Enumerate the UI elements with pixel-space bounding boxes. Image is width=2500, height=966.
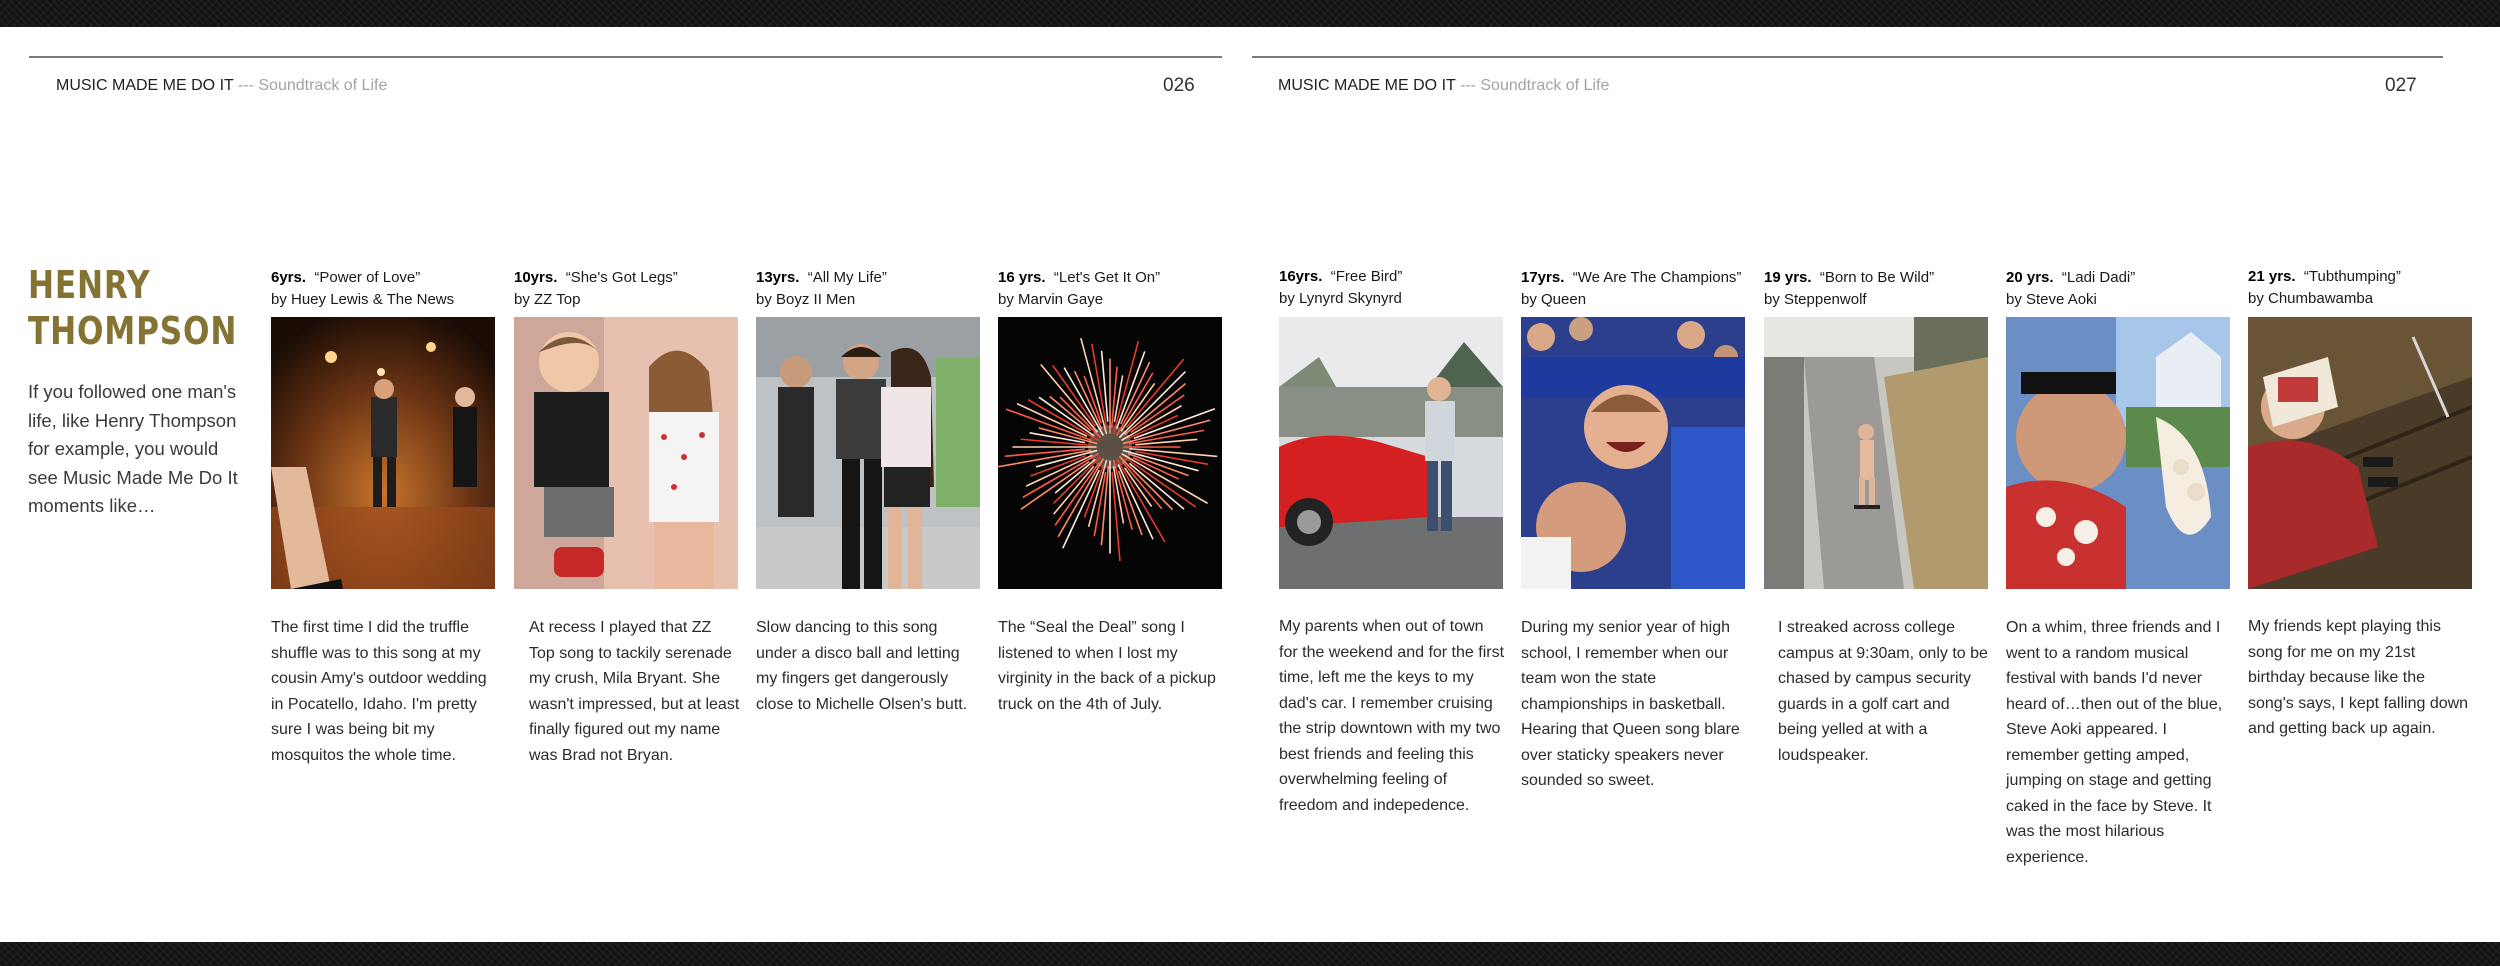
wedding-dance-photo	[271, 317, 495, 589]
timeline-entry: 16yrs. “Free Bird” by Lynyrd Skynyrd My …	[1279, 266, 1505, 818]
top-texture-band	[0, 0, 2500, 27]
entry-story: I streaked across college campus at 9:30…	[1778, 619, 1988, 764]
timeline-entry: 10yrs. “She's Got Legs” by ZZ Top At rec…	[514, 267, 740, 768]
entry-age: 21 yrs.	[2248, 268, 2296, 285]
entry-age: 20 yrs.	[2006, 269, 2054, 286]
timeline-entry: 21 yrs. “Tubthumping” by Chumbawamba My …	[2248, 266, 2474, 742]
entry-caption-line1: 21 yrs. “Tubthumping”	[2248, 266, 2474, 288]
running-head-right: MUSIC MADE ME DO IT --- Soundtrack of Li…	[1278, 77, 1609, 95]
streaking-photo	[1764, 317, 1988, 589]
running-head-title: MUSIC MADE ME DO IT	[56, 77, 234, 94]
timeline-entry: 19 yrs. “Born to Be Wild” by Steppenwolf…	[1764, 267, 1990, 768]
slow-dance-photo	[756, 317, 980, 589]
header-rule-left	[29, 56, 1222, 58]
entry-age: 13yrs.	[756, 269, 800, 286]
entry-artist: by Huey Lewis & The News	[271, 291, 455, 308]
entry-song: “We Are The Champions”	[1572, 269, 1742, 286]
entry-artist: by Queen	[1521, 291, 1587, 308]
entry-story: At recess I played that ZZ Top song to t…	[529, 619, 740, 764]
fireworks-photo	[998, 317, 1222, 589]
entry-caption-line1: 16yrs. “Free Bird”	[1279, 266, 1505, 288]
page-number-right: 027	[2385, 75, 2417, 96]
festival-cake-photo	[2006, 317, 2230, 589]
running-head-left: MUSIC MADE ME DO IT --- Soundtrack of Li…	[56, 77, 387, 95]
feature-intro: If you followed one man's life, like Hen…	[28, 381, 238, 516]
entry-age: 17yrs.	[1521, 269, 1565, 286]
entry-story: The “Seal the Deal” song I listened to w…	[998, 619, 1216, 713]
entry-song: “Power of Love”	[314, 269, 421, 286]
entry-age: 19 yrs.	[1764, 269, 1812, 286]
feature-name-last: THOMPSON	[28, 309, 238, 353]
running-head-separator: ---	[1455, 77, 1481, 94]
timeline-entry: 16 yrs. “Let's Get It On” by Marvin Gaye…	[998, 267, 1224, 717]
page-number-left: 026	[1163, 75, 1195, 96]
entry-song: “She's Got Legs”	[565, 269, 678, 286]
running-head-title: MUSIC MADE ME DO IT	[1278, 77, 1456, 94]
header-rule-right	[1252, 56, 2443, 58]
entry-story: On a whim, three friends and I went to a…	[2006, 619, 2223, 866]
entry-story: Slow dancing to this song under a disco …	[756, 619, 968, 713]
entry-story: My parents when out of town for the week…	[1279, 618, 1505, 814]
entry-artist: by Boyz II Men	[756, 291, 856, 308]
entry-artist: by ZZ Top	[514, 291, 581, 308]
entry-caption-line1: 17yrs. “We Are The Champions”	[1521, 267, 1747, 289]
basketball-celebration-photo	[1521, 317, 1745, 589]
entry-song: “Ladi Dadi”	[2061, 269, 2136, 286]
entry-caption-line1: 6yrs. “Power of Love”	[271, 267, 497, 289]
entry-caption-line1: 10yrs. “She's Got Legs”	[514, 267, 740, 289]
entry-artist: by Steppenwolf	[1764, 291, 1867, 308]
kids-serenade-photo	[514, 317, 738, 589]
entry-song: “Free Bird”	[1330, 268, 1403, 285]
entry-artist: by Lynyrd Skynyrd	[1279, 290, 1402, 307]
entry-caption-line1: 20 yrs. “Ladi Dadi”	[2006, 267, 2232, 289]
entry-caption-line1: 13yrs. “All My Life”	[756, 267, 982, 289]
entry-caption-line1: 19 yrs. “Born to Be Wild”	[1764, 267, 1990, 289]
entry-age: 10yrs.	[514, 269, 558, 286]
timeline-entry: 17yrs. “We Are The Champions” by Queen D…	[1521, 267, 1747, 794]
entry-story: The first time I did the truffle shuffle…	[271, 619, 487, 764]
entry-song: “Let's Get It On”	[1053, 269, 1161, 286]
timeline-entry: 6yrs. “Power of Love” by Huey Lewis & Th…	[271, 267, 497, 768]
entry-song: “Tubthumping”	[2303, 268, 2401, 285]
timeline-entry: 20 yrs. “Ladi Dadi” by Steve Aoki On a w…	[2006, 267, 2232, 870]
entry-caption-line1: 16 yrs. “Let's Get It On”	[998, 267, 1224, 289]
entry-song: “Born to Be Wild”	[1819, 269, 1935, 286]
entry-artist: by Chumbawamba	[2248, 290, 2374, 307]
bottom-texture-band	[0, 942, 2500, 966]
red-car-photo	[1279, 317, 1503, 589]
entry-artist: by Steve Aoki	[2006, 291, 2097, 308]
feature-name-first: HENRY	[28, 263, 151, 307]
running-head-subtitle: Soundtrack of Life	[258, 77, 388, 94]
entry-age: 16 yrs.	[998, 269, 1046, 286]
feature-title: HENRY THOMPSON	[28, 262, 238, 354]
entry-song: “All My Life”	[807, 269, 887, 286]
entry-age: 16yrs.	[1279, 268, 1323, 285]
timeline-entry: 13yrs. “All My Life” by Boyz II Men Slow…	[756, 267, 982, 717]
entry-story: During my senior year of high school, I …	[1521, 619, 1740, 789]
birthday-fall-photo	[2248, 317, 2472, 589]
entry-story: My friends kept playing this song for me…	[2248, 618, 2469, 737]
entry-age: 6yrs.	[271, 269, 307, 286]
entry-artist: by Marvin Gaye	[998, 291, 1104, 308]
running-head-subtitle: Soundtrack of Life	[1480, 77, 1610, 94]
running-head-separator: ---	[233, 77, 259, 94]
